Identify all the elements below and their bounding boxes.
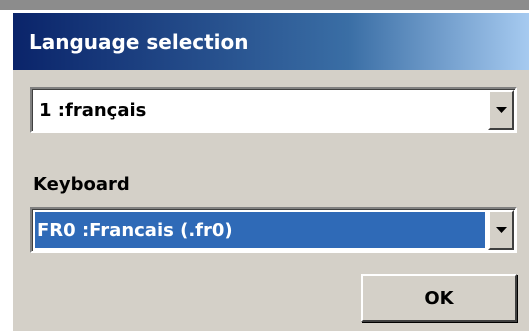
ok-button[interactable]: OK — [361, 274, 517, 322]
keyboard-dropdown-button[interactable] — [488, 210, 514, 250]
screen: Language selection 1 :français Keyboard … — [0, 0, 529, 331]
title-bar[interactable]: Language selection — [13, 13, 529, 70]
background-edge — [0, 0, 529, 10]
window-title: Language selection — [29, 30, 249, 54]
language-dropdown-button[interactable] — [488, 90, 514, 130]
chevron-down-icon — [495, 227, 507, 233]
chevron-down-icon — [495, 107, 507, 113]
keyboard-select-value: FR0 :Francais (.fr0) — [35, 212, 485, 248]
keyboard-label: Keyboard — [33, 174, 130, 195]
language-select[interactable]: 1 :français — [30, 87, 517, 133]
keyboard-select[interactable]: FR0 :Francais (.fr0) — [30, 207, 517, 253]
language-selection-dialog: Language selection 1 :français Keyboard … — [10, 10, 529, 331]
language-select-value: 1 :français — [39, 99, 147, 121]
